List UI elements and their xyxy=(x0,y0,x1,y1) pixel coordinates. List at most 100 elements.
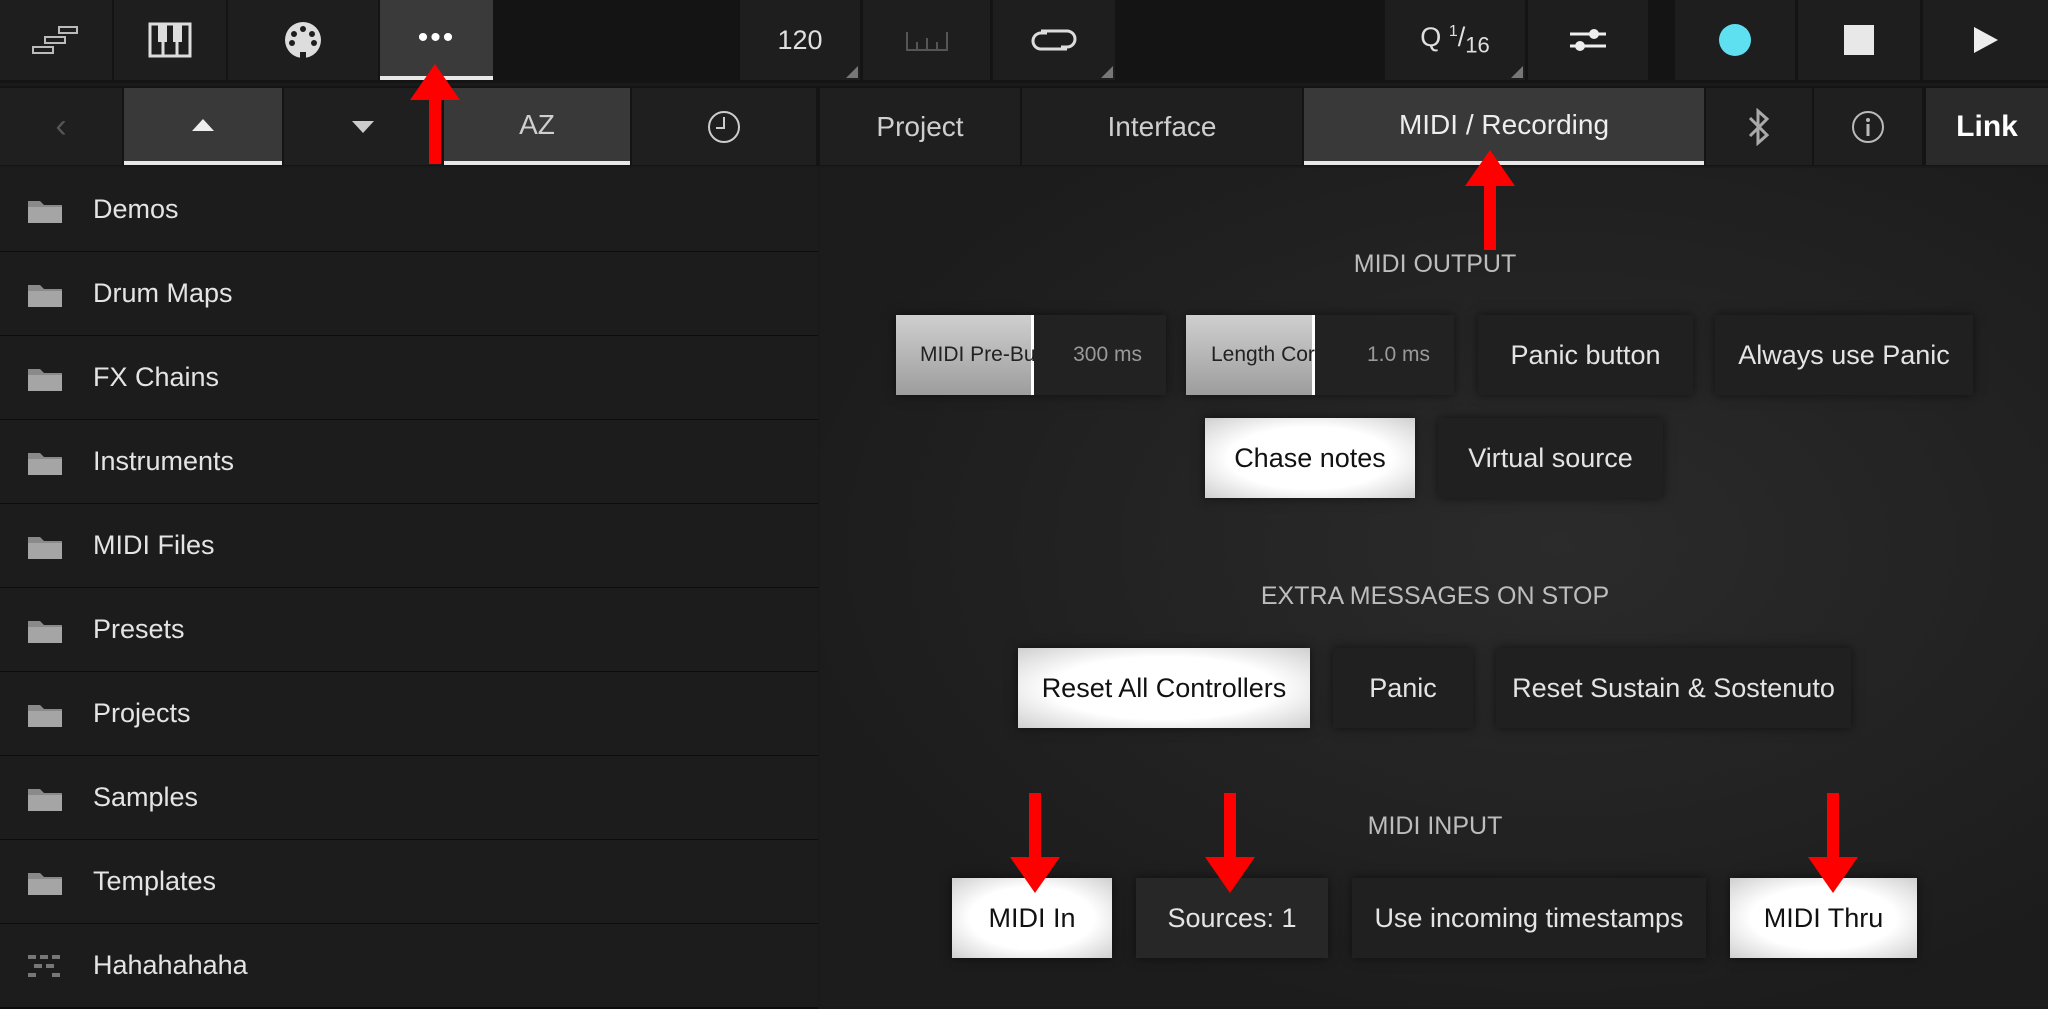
mixer-button[interactable] xyxy=(1528,0,1648,80)
midi-thru-label: MIDI Thru xyxy=(1763,902,1884,933)
reset-sustain-label: Reset Sustain & Sostenuto xyxy=(1512,672,1835,703)
tab-interface-label: Interface xyxy=(1107,110,1217,142)
panic-button-label: Panic button xyxy=(1510,339,1661,370)
midi-in-label: MIDI In xyxy=(988,902,1076,933)
panic-button-toggle[interactable]: Panic button xyxy=(1478,315,1693,395)
loop-button[interactable] xyxy=(993,0,1115,80)
annotation-arrow-down-icon xyxy=(1010,793,1060,893)
use-incoming-timestamps-label: Use incoming timestamps xyxy=(1374,902,1684,933)
piano-icon xyxy=(148,22,192,58)
file-name: FX Chains xyxy=(93,362,220,392)
file-name: Projects xyxy=(93,698,191,728)
extra-messages-heading: EXTRA MESSAGES ON STOP xyxy=(1260,582,1610,610)
annotation-arrow-down-icon xyxy=(1808,793,1858,893)
chase-notes-label: Chase notes xyxy=(1234,442,1386,473)
always-use-panic-label: Always use Panic xyxy=(1738,339,1950,370)
sort-by-date-button[interactable] xyxy=(632,88,816,165)
arranger-view-button[interactable] xyxy=(0,0,112,80)
folder-icon xyxy=(26,531,64,561)
file-list-item[interactable]: Projects xyxy=(0,672,818,757)
folder-icon xyxy=(26,363,64,393)
file-name: MIDI Files xyxy=(93,530,215,560)
quantize-button[interactable]: Q 1/16 xyxy=(1385,0,1525,80)
tab-project[interactable]: Project xyxy=(820,88,1020,165)
pre-buffer-value: 300 ms xyxy=(1073,343,1142,366)
annotation-arrow-up-icon xyxy=(410,64,460,164)
file-list-item[interactable]: Samples xyxy=(0,756,818,841)
folder-icon xyxy=(26,195,64,225)
folder-icon xyxy=(26,867,64,897)
sort-ascending-button[interactable] xyxy=(124,88,282,165)
midi-sources-label: Sources: 1 xyxy=(1167,902,1297,933)
stop-button[interactable] xyxy=(1798,0,1920,80)
reset-all-controllers-label: Reset All Controllers xyxy=(1041,672,1287,703)
file-name: Samples xyxy=(93,782,199,812)
file-name: Instruments xyxy=(93,446,235,476)
file-name: Demos xyxy=(93,194,179,224)
file-list-item[interactable]: Demos xyxy=(0,168,818,253)
quantize-denominator: 16 xyxy=(1465,32,1490,58)
bluetooth-button[interactable] xyxy=(1706,88,1812,165)
file-name: Drum Maps xyxy=(93,278,233,308)
piano-roll-button[interactable] xyxy=(114,0,226,80)
file-list-item[interactable]: Drum Maps xyxy=(0,252,818,337)
tempo-value: 120 xyxy=(777,24,823,55)
tempo-button[interactable]: 120 xyxy=(740,0,860,80)
triangle-down-icon xyxy=(352,120,374,133)
annotation-arrow-down-icon xyxy=(1205,793,1255,893)
panic-label: Panic xyxy=(1369,672,1437,703)
file-list-item[interactable]: MIDI Files xyxy=(0,504,818,589)
tab-project-label: Project xyxy=(876,110,964,142)
reset-all-controllers-toggle[interactable]: Reset All Controllers xyxy=(1018,648,1310,728)
folder-icon xyxy=(26,447,64,477)
midi-din-icon xyxy=(285,22,321,58)
info-button[interactable] xyxy=(1814,88,1922,165)
midi-input-heading: MIDI INPUT xyxy=(1367,812,1503,840)
virtual-source-label: Virtual source xyxy=(1468,442,1633,473)
metronome-button[interactable] xyxy=(863,0,990,80)
play-button[interactable] xyxy=(1923,0,2048,80)
clock-icon xyxy=(708,110,740,143)
sort-alphabetical-button[interactable]: AZ xyxy=(444,88,630,165)
metronome-ruler-icon xyxy=(905,32,948,51)
length-correction-value: 1.0 ms xyxy=(1366,343,1430,366)
file-name: Presets xyxy=(93,614,185,644)
reset-sustain-sostenuto-toggle[interactable]: Reset Sustain & Sostenuto xyxy=(1496,648,1851,728)
folder-icon xyxy=(26,615,64,645)
back-button[interactable]: ‹ xyxy=(0,88,122,165)
tab-midi-recording-label: MIDI / Recording xyxy=(1398,108,1610,140)
chevron-left-icon: ‹ xyxy=(55,107,67,145)
quantize-q: Q xyxy=(1420,21,1442,52)
midi-devices-button[interactable] xyxy=(228,0,378,80)
file-name: Templates xyxy=(93,866,217,896)
midi-pre-buffer-slider[interactable]: MIDI Pre-Buffer 300 ms xyxy=(896,315,1166,395)
chase-notes-toggle[interactable]: Chase notes xyxy=(1205,418,1415,498)
file-list-item[interactable]: Presets xyxy=(0,588,818,673)
tab-interface[interactable]: Interface xyxy=(1022,88,1302,165)
record-button[interactable] xyxy=(1675,0,1795,80)
file-list-item[interactable]: Hahahahaha xyxy=(0,924,818,1009)
file-list-item[interactable]: FX Chains xyxy=(0,336,818,421)
folder-icon xyxy=(26,783,64,813)
ellipsis-icon: ••• xyxy=(417,21,456,54)
link-label: Link xyxy=(1956,109,2018,143)
arranger-icon xyxy=(32,26,78,54)
file-name: Hahahahaha xyxy=(93,950,248,980)
folder-icon xyxy=(26,279,64,309)
bluetooth-icon xyxy=(1748,107,1770,146)
record-icon xyxy=(1719,24,1751,56)
file-list-item[interactable]: Instruments xyxy=(0,420,818,505)
file-browser: Demos Drum Maps FX Chains Instruments MIDI F… xyxy=(0,168,818,1009)
panic-toggle[interactable]: Panic xyxy=(1333,648,1473,728)
length-correction-slider[interactable]: Length Correction 1.0 ms xyxy=(1186,315,1454,395)
use-incoming-timestamps-toggle[interactable]: Use incoming timestamps xyxy=(1352,878,1706,958)
ableton-link-button[interactable]: Link xyxy=(1926,88,2048,165)
file-list-item[interactable]: Templates xyxy=(0,840,818,925)
annotation-arrow-up-icon xyxy=(1465,150,1515,250)
sort-alphabetical-label: AZ xyxy=(519,108,555,140)
virtual-source-toggle[interactable]: Virtual source xyxy=(1438,418,1663,498)
quantize-numerator: 1 xyxy=(1448,22,1458,40)
loop-icon xyxy=(1031,29,1077,51)
folder-icon xyxy=(26,699,64,729)
always-use-panic-toggle[interactable]: Always use Panic xyxy=(1715,315,1973,395)
